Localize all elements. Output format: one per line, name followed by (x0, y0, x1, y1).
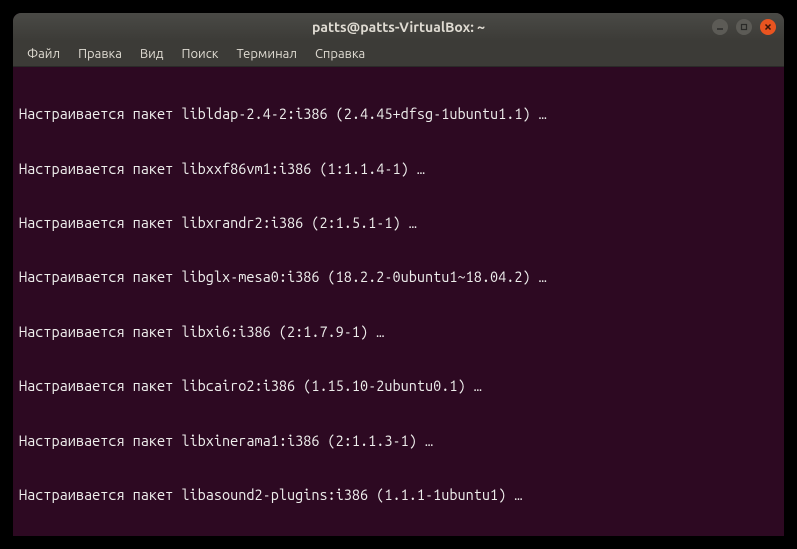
terminal-output[interactable]: Настраивается пакет libldap-2.4-2:i386 (… (13, 67, 784, 536)
window-controls (712, 19, 776, 35)
output-line: Настраивается пакет libasound2-plugins:i… (19, 486, 778, 504)
close-button[interactable] (760, 19, 776, 35)
menu-view[interactable]: Вид (132, 44, 172, 64)
terminal-window: patts@patts-VirtualBox: ~ Файл Правка Ви… (13, 13, 784, 536)
window-title: patts@patts-VirtualBox: ~ (312, 19, 485, 35)
maximize-button[interactable] (736, 19, 752, 35)
output-line: Настраивается пакет libcairo2:i386 (1.15… (19, 377, 778, 395)
output-line: Настраивается пакет libglx-mesa0:i386 (1… (19, 268, 778, 286)
menu-terminal[interactable]: Терминал (228, 44, 304, 64)
output-line: Настраивается пакет libxxf86vm1:i386 (1:… (19, 160, 778, 178)
menu-file[interactable]: Файл (19, 44, 68, 64)
output-line: Настраивается пакет libxrandr2:i386 (2:1… (19, 214, 778, 232)
output-line: Настраивается пакет libxi6:i386 (2:1.7.9… (19, 323, 778, 341)
output-line: Настраивается пакет libxinerama1:i386 (2… (19, 432, 778, 450)
minimize-button[interactable] (712, 19, 728, 35)
output-line: Настраивается пакет libldap-2.4-2:i386 (… (19, 105, 778, 123)
titlebar: patts@patts-VirtualBox: ~ (13, 13, 784, 41)
menu-help[interactable]: Справка (307, 44, 373, 64)
menu-edit[interactable]: Правка (70, 44, 130, 64)
menu-search[interactable]: Поиск (173, 44, 226, 64)
menubar: Файл Правка Вид Поиск Терминал Справка (13, 41, 784, 67)
